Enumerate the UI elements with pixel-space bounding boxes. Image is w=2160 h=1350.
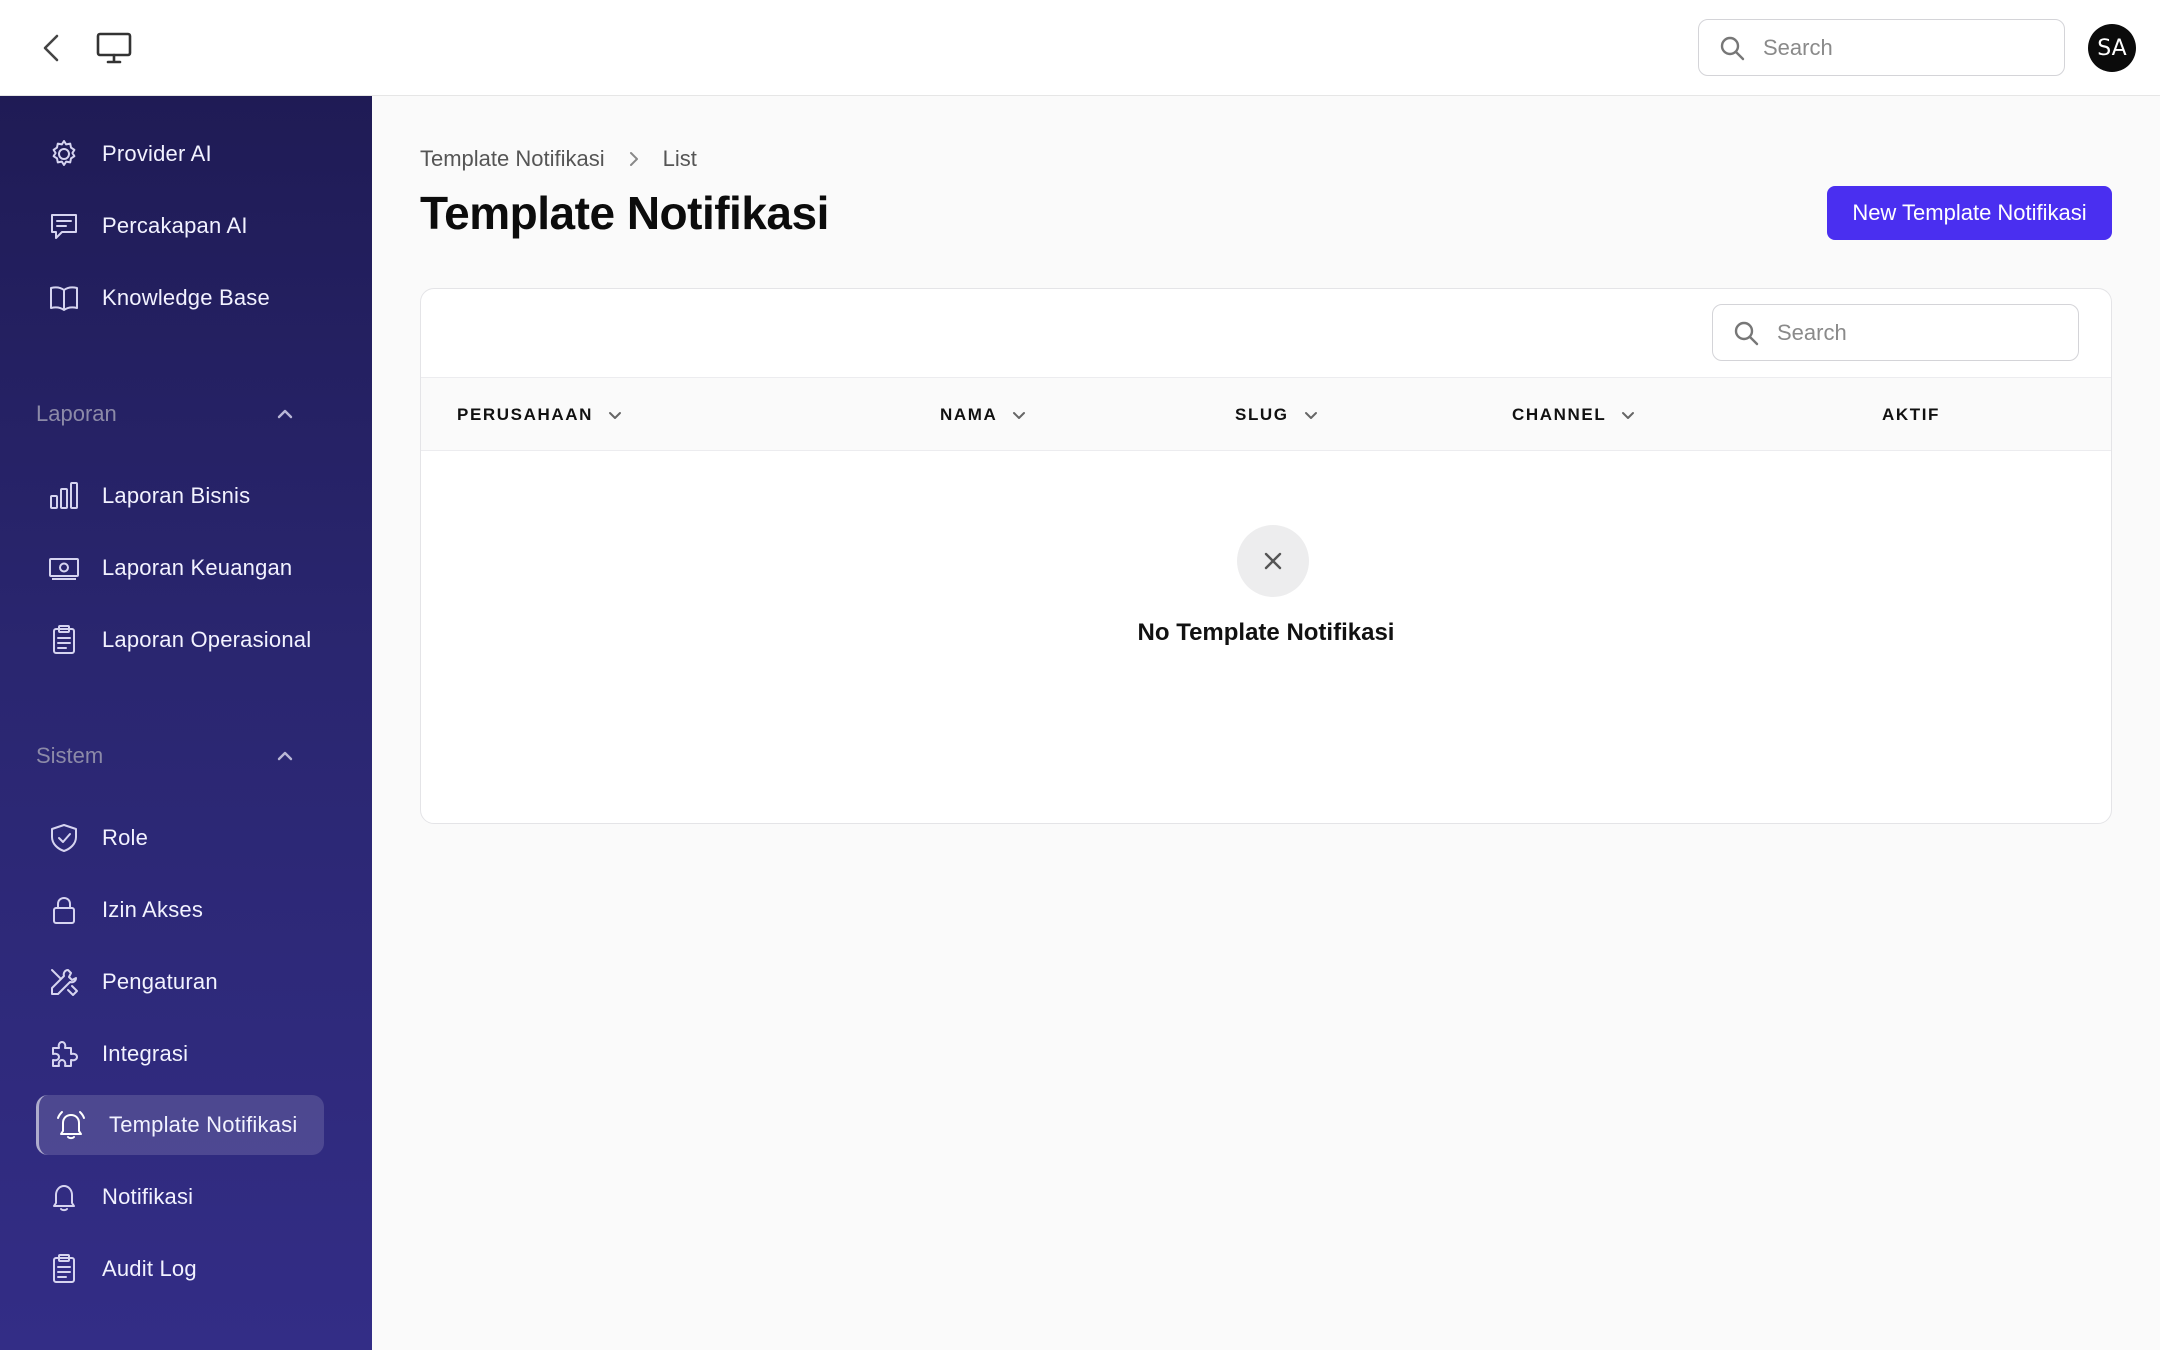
sidebar-item-role[interactable]: Role [36,808,324,868]
sidebar-item-label: Template Notifikasi [109,1112,298,1137]
sidebar-item-provider-ai[interactable]: Provider AI [36,124,324,184]
sidebar-item-label: Laporan Keuangan [102,555,293,580]
breadcrumb-current: List [662,146,697,171]
chevron-down-icon [1303,406,1321,424]
new-template-notifikasi-button[interactable]: New Template Notifikasi [1827,186,2112,240]
breadcrumb-parent-link[interactable]: Template Notifikasi [420,146,605,172]
column-label: AKTIF [1882,405,1941,424]
table-card: PERUSAHAAN NAMA SLUG CHANNEL AKTIF No Te… [420,288,2112,824]
empty-state-icon [1237,525,1309,597]
sidebar-item-percakapan-ai[interactable]: Percakapan AI [36,196,324,256]
chevron-up-icon [274,402,298,426]
sidebar-item-label: Izin Akses [102,897,204,922]
puzzle-icon [46,1036,82,1072]
lock-icon [46,892,82,928]
chat-icon [46,208,82,244]
sidebar-item-notifikasi[interactable]: Notifikasi [36,1167,324,1227]
wrench-icon [46,964,82,1000]
shield-check-icon [46,820,82,856]
page-title: Template Notifikasi [420,187,829,239]
column-header-nama[interactable]: NAMA [940,378,1029,452]
column-label: CHANNEL [1512,405,1607,424]
monitor-icon[interactable] [94,28,134,68]
sidebar-item-knowledge-base[interactable]: Knowledge Base [36,268,324,328]
main-content: Template Notifikasi List Template Notifi… [372,96,2160,1350]
sidebar-item-laporan-operasional[interactable]: Laporan Operasional [36,610,324,670]
chevron-down-icon [607,406,625,424]
search-icon [1719,34,1747,62]
sidebar-item-label: Role [102,825,149,850]
sidebar-item-izin-akses[interactable]: Izin Akses [36,880,324,940]
sidebar: Provider AI Percakapan AI Knowledge Base… [0,96,372,1350]
sidebar-item-label: Notifikasi [102,1184,194,1209]
close-icon [1264,552,1282,570]
bell-icon [46,1179,82,1215]
group-label: Laporan [36,401,117,426]
sidebar-item-label: Provider AI [102,141,212,166]
bar-chart-icon [46,478,82,514]
column-label: SLUG [1235,405,1289,424]
column-header-slug[interactable]: SLUG [1235,378,1321,452]
sidebar-item-integrasi[interactable]: Integrasi [36,1024,324,1084]
global-search [1698,19,2065,76]
table-header: PERUSAHAAN NAMA SLUG CHANNEL AKTIF [421,377,2111,451]
group-header-sistem[interactable]: Sistem [36,736,298,776]
clipboard-icon [46,1251,82,1287]
sidebar-item-label: Pengaturan [102,969,218,994]
sidebar-item-laporan-keuangan[interactable]: Laporan Keuangan [36,538,324,598]
sidebar-item-pengaturan[interactable]: Pengaturan [36,952,324,1012]
sidebar-item-audit-log[interactable]: Audit Log [36,1239,324,1299]
avatar[interactable]: SA [2088,24,2136,72]
chevron-up-icon [274,744,298,768]
sidebar-item-label: Audit Log [102,1256,197,1281]
book-icon [46,280,82,316]
sidebar-item-laporan-bisnis[interactable]: Laporan Bisnis [36,466,324,526]
back-icon[interactable] [36,30,66,66]
search-icon [1733,319,1761,347]
sidebar-item-label: Percakapan AI [102,213,248,238]
sidebar-item-label: Knowledge Base [102,285,270,310]
table-search-input[interactable] [1777,319,2067,346]
chevron-right-icon [627,149,641,169]
clipboard-icon [46,622,82,658]
breadcrumb: Template Notifikasi List [420,146,697,172]
top-bar: SA [0,0,2160,96]
cash-icon [46,550,82,586]
group-header-laporan[interactable]: Laporan [36,394,298,434]
column-label: NAMA [940,405,998,424]
column-header-perusahaan[interactable]: PERUSAHAAN [457,378,625,452]
group-label: Sistem [36,743,104,768]
sidebar-item-label: Laporan Operasional [102,627,312,652]
column-header-channel[interactable]: CHANNEL [1512,378,1638,452]
empty-state-message: No Template Notifikasi [1137,619,1395,646]
sidebar-item-label: Integrasi [102,1041,189,1066]
chevron-down-icon [1620,406,1638,424]
column-header-aktif: AKTIF [1882,378,1940,452]
table-search [1712,304,2079,361]
chevron-down-icon [1011,406,1029,424]
column-label: PERUSAHAAN [457,405,593,424]
global-search-input[interactable] [1763,34,2053,61]
gear-icon [46,136,82,172]
sidebar-item-template-notifikasi[interactable]: Template Notifikasi [36,1095,324,1155]
bell-alert-icon [53,1107,89,1143]
sidebar-item-label: Laporan Bisnis [102,483,251,508]
